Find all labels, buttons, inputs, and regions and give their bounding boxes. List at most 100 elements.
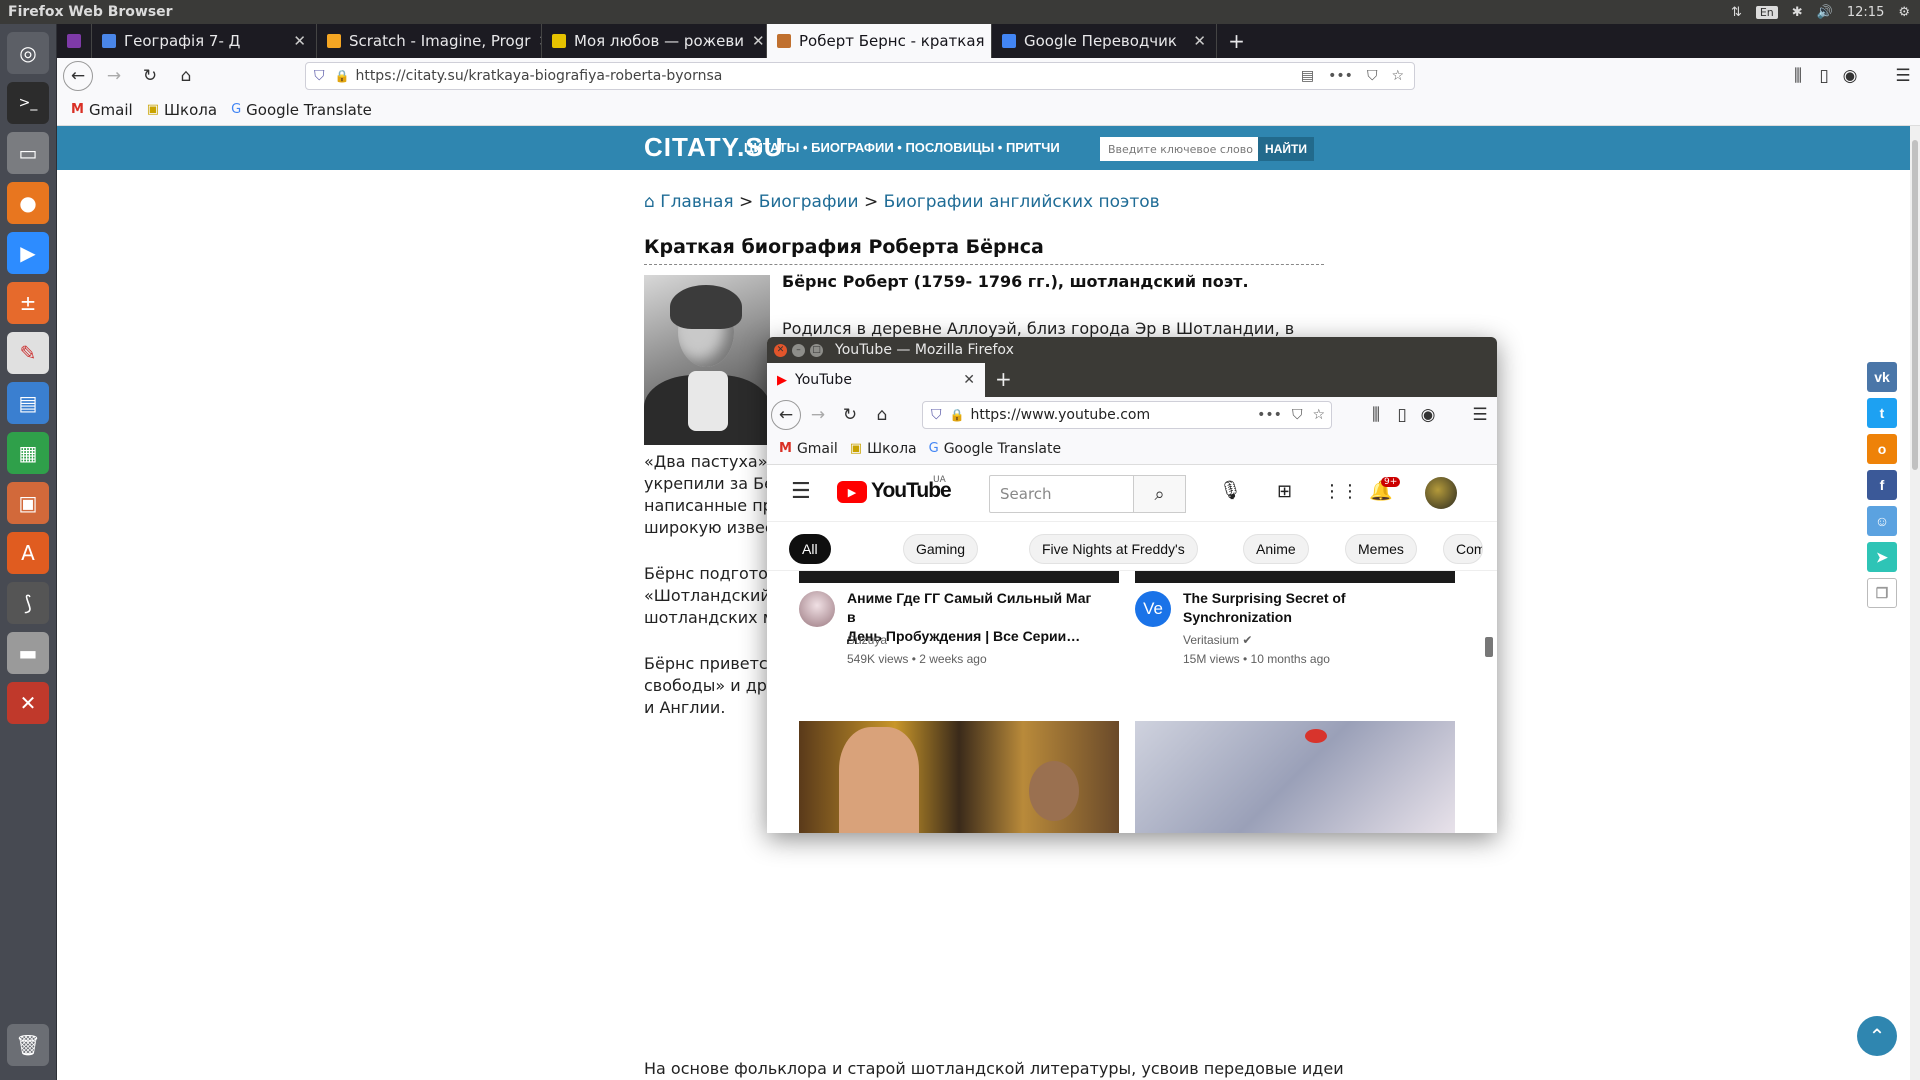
- yt-search-input[interactable]: Search: [989, 475, 1134, 513]
- close-icon[interactable]: ✕: [1185, 32, 1206, 50]
- breadcrumb-home[interactable]: Главная: [660, 192, 733, 212]
- chip-fnaf[interactable]: Five Nights at Freddy's: [1029, 534, 1198, 564]
- pocket-icon[interactable]: ⛉: [1367, 68, 1378, 84]
- chip-comedies[interactable]: Comedies: [1443, 534, 1483, 564]
- video-thumbnail[interactable]: [1135, 571, 1455, 583]
- user-avatar[interactable]: [1425, 477, 1457, 509]
- zoom-icon[interactable]: ▶: [7, 232, 49, 274]
- video-thumbnail[interactable]: [1135, 721, 1455, 833]
- firefox-icon[interactable]: ●: [7, 182, 49, 224]
- youtube-window-titlebar[interactable]: ✕ – □ YouTube — Mozilla Firefox: [767, 337, 1497, 363]
- video-title[interactable]: The Surprising Secret of Synchronization: [1183, 589, 1438, 627]
- back-button[interactable]: ←: [771, 400, 801, 430]
- tab-scratch[interactable]: Scratch - Imagine, Progr✕: [316, 24, 541, 58]
- tools-icon[interactable]: ✕: [7, 682, 49, 724]
- site-nav[interactable]: ЦИТАТЫ • БИОГРАФИИ • ПОСЛОВИЦЫ • ПРИТЧИ: [744, 140, 1060, 155]
- tab-burns[interactable]: Роберт Бернс - краткая✕: [766, 24, 991, 58]
- forward-button[interactable]: →: [99, 61, 129, 91]
- url-bar[interactable]: ⛉ 🔒 https://citaty.su/kratkaya-biografiy…: [305, 62, 1415, 90]
- network-icon[interactable]: ⇅: [1731, 5, 1742, 20]
- apps-grid-icon[interactable]: ⋮⋮: [1323, 481, 1359, 502]
- maximize-icon[interactable]: □: [810, 343, 823, 357]
- menu-icon[interactable]: ☰: [1888, 61, 1918, 91]
- menu-icon[interactable]: ☰: [1465, 400, 1495, 430]
- close-icon[interactable]: ✕: [963, 372, 975, 388]
- calculator-icon[interactable]: ±: [7, 282, 49, 324]
- settings-gear-icon[interactable]: ⚙: [1898, 5, 1910, 20]
- account-icon[interactable]: ◉: [1413, 400, 1443, 430]
- shield-icon[interactable]: ⛉: [931, 407, 942, 423]
- search-icon[interactable]: ⌕: [1134, 475, 1186, 513]
- dash-icon[interactable]: ◎: [7, 32, 49, 74]
- bookmark-translate[interactable]: G Google Translate: [231, 101, 372, 119]
- reload-button[interactable]: ↻: [135, 61, 165, 91]
- writer-icon[interactable]: ▤: [7, 382, 49, 424]
- bookmark-school[interactable]: ▣ Школа: [850, 441, 917, 457]
- new-tab-button[interactable]: +: [1216, 24, 1256, 58]
- page-scrollbar[interactable]: [1910, 126, 1920, 1080]
- close-icon[interactable]: ✕: [530, 32, 541, 50]
- guide-menu-icon[interactable]: ☰: [791, 479, 811, 504]
- home-button[interactable]: ⌂: [867, 400, 897, 430]
- yt-url-bar[interactable]: ⛉ 🔒 https://www.youtube.com ••• ⛉ ☆: [922, 401, 1332, 429]
- bookmark-star-icon[interactable]: ☆: [1312, 407, 1325, 423]
- video-thumbnail[interactable]: [799, 721, 1119, 833]
- bookmark-star-icon[interactable]: ☆: [1391, 68, 1404, 84]
- site-search-button[interactable]: НАЙТИ: [1258, 137, 1314, 161]
- video-thumbnail[interactable]: [799, 571, 1119, 583]
- shield-icon[interactable]: ⛉: [314, 68, 325, 84]
- drive-icon[interactable]: ▬: [7, 632, 49, 674]
- forward-button[interactable]: →: [803, 400, 833, 430]
- breadcrumb-category[interactable]: Биографии английских поэтов: [884, 192, 1160, 212]
- chip-anime[interactable]: Anime: [1243, 534, 1309, 564]
- new-tab-button[interactable]: +: [995, 367, 1012, 391]
- chip-memes[interactable]: Memes: [1345, 534, 1417, 564]
- reload-button[interactable]: ↻: [835, 400, 865, 430]
- mymail-share-icon[interactable]: ☺: [1867, 506, 1897, 536]
- youtube-logo-icon[interactable]: ▶: [837, 481, 867, 503]
- tab-geography[interactable]: Географія 7- Д ✕: [91, 24, 316, 58]
- bluetooth-icon[interactable]: ✱: [1792, 5, 1803, 20]
- channel-name[interactable]: Suzuya: [847, 633, 887, 647]
- tab-music[interactable]: Моя любов — рожеви ✕: [541, 24, 766, 58]
- close-icon[interactable]: ✕: [744, 32, 765, 50]
- site-search-input[interactable]: Введите ключевое слово: [1100, 137, 1258, 161]
- reader-view-icon[interactable]: ▤: [1301, 68, 1314, 84]
- channel-avatar[interactable]: [799, 591, 835, 627]
- software-center-icon[interactable]: A: [7, 532, 49, 574]
- telegram-share-icon[interactable]: ➤: [1867, 542, 1897, 572]
- channel-avatar[interactable]: Ve: [1135, 591, 1171, 627]
- bookmark-school[interactable]: ▣ Школа: [147, 101, 217, 119]
- bookmark-translate[interactable]: G Google Translate: [929, 441, 1061, 457]
- twitter-share-icon[interactable]: t: [1867, 398, 1897, 428]
- volume-icon[interactable]: 🔊: [1817, 5, 1833, 20]
- home-button[interactable]: ⌂: [171, 61, 201, 91]
- url-text[interactable]: https://citaty.su/kratkaya-biografiya-ro…: [355, 68, 722, 84]
- yt-tab[interactable]: ▶ YouTube ✕: [767, 363, 985, 397]
- scroll-to-top-button[interactable]: ⌃: [1857, 1016, 1897, 1056]
- tab-translate[interactable]: Google Переводчик ✕: [991, 24, 1216, 58]
- chip-all[interactable]: All: [789, 534, 831, 564]
- close-icon[interactable]: ✕: [774, 343, 787, 357]
- keyboard-layout[interactable]: En: [1755, 5, 1778, 19]
- trash-icon[interactable]: 🗑: [7, 1024, 49, 1066]
- yt-scrollbar-thumb[interactable]: [1485, 637, 1493, 657]
- facebook-share-icon[interactable]: f: [1867, 470, 1897, 500]
- channel-name[interactable]: Veritasium ✔: [1183, 633, 1252, 647]
- page-actions-icon[interactable]: •••: [1328, 68, 1353, 84]
- breadcrumb-bios[interactable]: Биографии: [759, 192, 859, 212]
- vk-share-icon[interactable]: vk: [1867, 362, 1897, 392]
- back-button[interactable]: ←: [63, 61, 93, 91]
- copy-share-icon[interactable]: ❐: [1867, 578, 1897, 608]
- ok-share-icon[interactable]: o: [1867, 434, 1897, 464]
- chip-gaming[interactable]: Gaming: [903, 534, 979, 564]
- terminal-icon[interactable]: >_: [7, 82, 49, 124]
- bookmark-gmail[interactable]: M Gmail: [71, 101, 133, 119]
- minimize-icon[interactable]: –: [792, 343, 805, 357]
- bookmark-gmail[interactable]: M Gmail: [779, 441, 838, 457]
- tab-pinned[interactable]: [57, 24, 91, 58]
- impress-icon[interactable]: ▣: [7, 482, 49, 524]
- calc-spreadsheet-icon[interactable]: ▦: [7, 432, 49, 474]
- page-actions-icon[interactable]: •••: [1257, 407, 1282, 423]
- create-video-icon[interactable]: ⊞: [1277, 481, 1292, 502]
